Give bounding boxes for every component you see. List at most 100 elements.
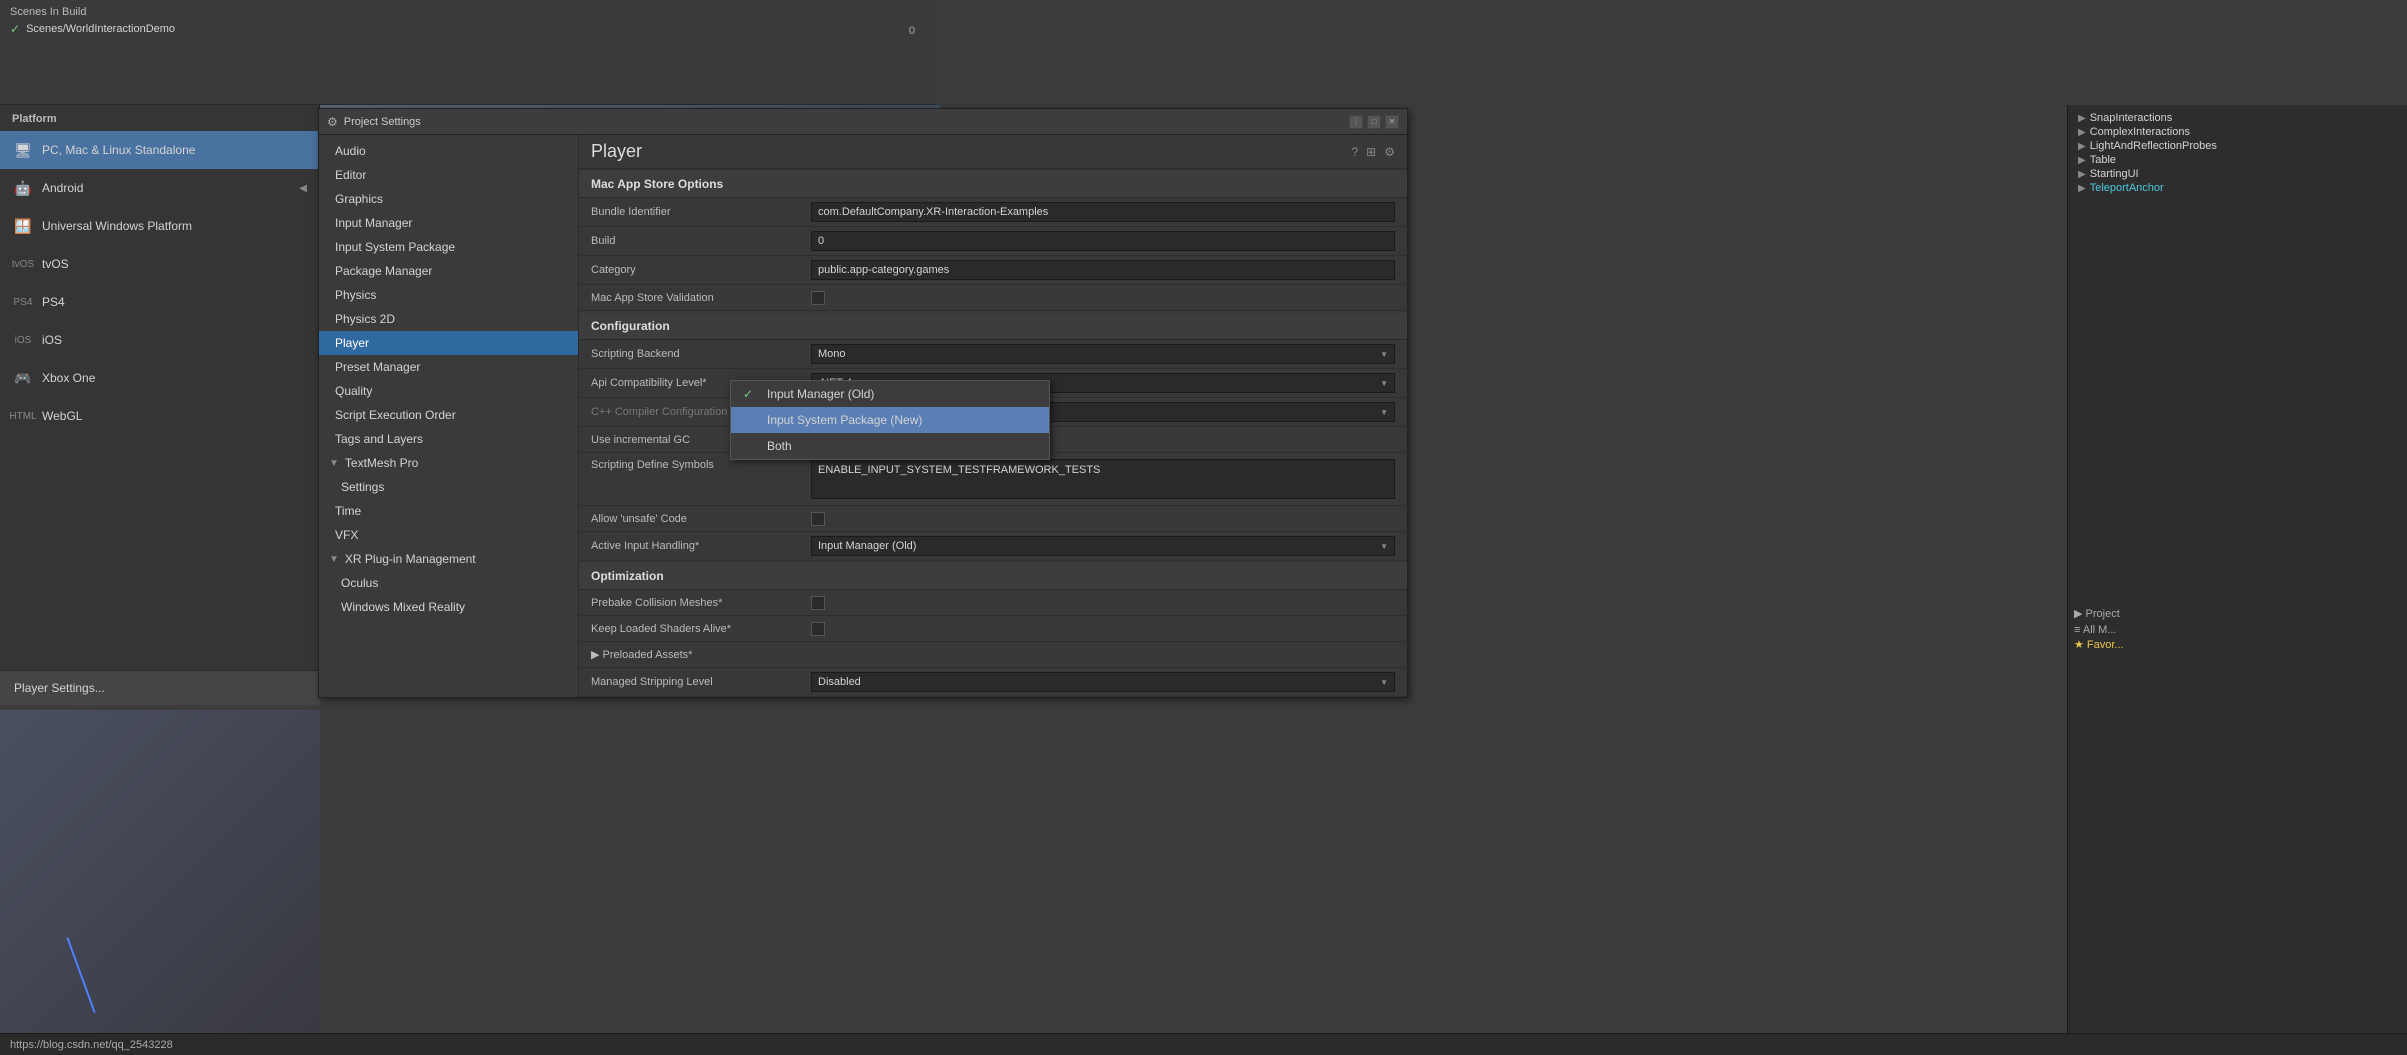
scripting-backend-row: Scripting Backend Mono ▼ — [579, 340, 1407, 369]
pc-label: PC, Mac & Linux Standalone — [42, 143, 195, 157]
nav-textmesh-group[interactable]: ▼ TextMesh Pro — [319, 451, 578, 475]
hierarchy-item-table[interactable]: ▶ Table — [2074, 153, 2401, 167]
nav-physics[interactable]: Physics — [319, 283, 578, 307]
nav-time[interactable]: Time — [319, 499, 578, 523]
active-input-label: Active Input Handling* — [591, 540, 811, 552]
nav-oculus[interactable]: Oculus — [319, 571, 578, 595]
nav-package-manager[interactable]: Package Manager — [319, 259, 578, 283]
scripting-symbols-label: Scripting Define Symbols — [591, 459, 811, 471]
nav-quality[interactable]: Quality — [319, 379, 578, 403]
bundle-id-row: Bundle Identifier com.DefaultCompany.XR-… — [579, 198, 1407, 227]
nav-input-manager[interactable]: Input Manager — [319, 211, 578, 235]
scripting-backend-dropdown[interactable]: Mono ▼ — [811, 344, 1395, 364]
category-row: Category public.app-category.games — [579, 256, 1407, 285]
optimization-section: Optimization — [579, 563, 1407, 590]
option-old-label: Input Manager (Old) — [767, 387, 874, 401]
platform-xbox[interactable]: 🎮 Xbox One — [0, 359, 319, 397]
dropdown-option-new[interactable]: Input System Package (New) — [731, 407, 1049, 433]
player-settings-button[interactable]: Player Settings... — [0, 670, 320, 705]
nav-physics2d[interactable]: Physics 2D — [319, 307, 578, 331]
unsafe-code-checkbox[interactable] — [811, 512, 825, 526]
hierarchy-item-snap[interactable]: ▶ SnapInteractions — [2074, 111, 2401, 125]
platform-tvos[interactable]: tvOS tvOS — [0, 245, 319, 283]
managed-stripping-value: Disabled — [818, 676, 861, 688]
platform-ios[interactable]: iOS iOS — [0, 321, 319, 359]
active-input-row: Active Input Handling* Input Manager (Ol… — [579, 532, 1407, 561]
hierarchy-item-teleport[interactable]: ▶ TeleportAnchor — [2074, 181, 2401, 195]
ps4-label: PS4 — [42, 295, 65, 309]
textmesh-label: TextMesh Pro — [345, 456, 418, 470]
keep-shaders-label: Keep Loaded Shaders Alive* — [591, 623, 811, 635]
mac-validation-checkbox[interactable] — [811, 291, 825, 305]
platform-webgl[interactable]: HTML WebGL — [0, 397, 319, 435]
prebake-checkbox[interactable] — [811, 596, 825, 610]
status-bar: https://blog.csdn.net/qq_2543228 — [0, 1033, 2407, 1055]
platform-pc-mac[interactable]: 🖥 PC, Mac & Linux Standalone — [0, 131, 319, 169]
category-value[interactable]: public.app-category.games — [811, 260, 1395, 280]
settings-icon[interactable]: ⚙ — [1384, 145, 1395, 159]
option-both-label: Both — [767, 439, 792, 453]
prebake-label: Prebake Collision Meshes* — [591, 597, 811, 609]
bundle-id-value[interactable]: com.DefaultCompany.XR-Interaction-Exampl… — [811, 202, 1395, 222]
hierarchy-label: ComplexInteractions — [2090, 126, 2190, 138]
favorites-label: ★ Favor... — [2074, 638, 2401, 651]
managed-stripping-row: Managed Stripping Level Disabled ▼ — [579, 668, 1407, 697]
active-input-dropdown[interactable]: Input Manager (Old) ▼ — [811, 536, 1395, 556]
scene-number: 0 — [909, 25, 915, 37]
nav-script-execution[interactable]: Script Execution Order — [319, 403, 578, 427]
scene-item[interactable]: ✓ Scenes/WorldInteractionDemo 0 — [10, 22, 925, 36]
scripting-symbols-value[interactable]: ENABLE_INPUT_SYSTEM_TESTFRAMEWORK_TESTS — [811, 459, 1395, 499]
ps-header-icons: ? ⊞ ⚙ — [1351, 145, 1395, 159]
viewport-bottom — [0, 710, 320, 1055]
platform-title: Platform — [0, 105, 319, 131]
hierarchy-item-light[interactable]: ▶ LightAndReflectionProbes — [2074, 139, 2401, 153]
keep-shaders-checkbox[interactable] — [811, 622, 825, 636]
nav-input-system[interactable]: Input System Package — [319, 235, 578, 259]
platform-android[interactable]: 🤖 Android ◀ — [0, 169, 319, 207]
pc-icon: 🖥 — [12, 139, 34, 161]
nav-editor[interactable]: Editor — [319, 163, 578, 187]
viewport-line — [66, 937, 95, 1013]
nav-player[interactable]: Player — [319, 331, 578, 355]
scripting-symbols-row: Scripting Define Symbols ENABLE_INPUT_SY… — [579, 453, 1407, 506]
scenes-panel: Scenes In Build ✓ Scenes/WorldInteractio… — [0, 0, 935, 105]
help-icon[interactable]: ? — [1351, 145, 1358, 159]
platform-uwp[interactable]: 🪟 Universal Windows Platform — [0, 207, 319, 245]
dropdown-caret-icon: ▼ — [1380, 350, 1388, 359]
expand-icon: ▼ — [329, 554, 339, 565]
android-icon: 🤖 — [12, 177, 34, 199]
hierarchy-item-startingui[interactable]: ▶ StartingUI — [2074, 167, 2401, 181]
preloaded-assets-label[interactable]: ▶ Preloaded Assets* — [591, 648, 811, 661]
scripting-backend-label: Scripting Backend — [591, 348, 811, 360]
nav-vfx[interactable]: VFX — [319, 523, 578, 547]
dropdown-option-both[interactable]: Both — [731, 433, 1049, 459]
prebake-row: Prebake Collision Meshes* — [579, 590, 1407, 616]
arrow-icon: ▶ — [2078, 113, 2086, 124]
nav-preset-manager[interactable]: Preset Manager — [319, 355, 578, 379]
window-close-button[interactable]: ✕ — [1385, 115, 1399, 129]
dropdown-option-old[interactable]: ✓ Input Manager (Old) — [731, 381, 1049, 407]
configuration-section: Configuration — [579, 313, 1407, 340]
window-maximize-button[interactable]: □ — [1367, 115, 1381, 129]
mac-validation-row: Mac App Store Validation — [579, 285, 1407, 311]
nav-xr-group[interactable]: ▼ XR Plug-in Management — [319, 547, 578, 571]
xr-label: XR Plug-in Management — [345, 552, 476, 566]
ios-icon: iOS — [12, 329, 34, 351]
layout-icon[interactable]: ⊞ — [1366, 145, 1376, 159]
build-value[interactable]: 0 — [811, 231, 1395, 251]
scene-checkbox: ✓ — [10, 22, 20, 36]
hierarchy-item-complex[interactable]: ▶ ComplexInteractions — [2074, 125, 2401, 139]
nav-settings[interactable]: Settings — [319, 475, 578, 499]
category-label: Category — [591, 264, 811, 276]
hierarchy-label: LightAndReflectionProbes — [2090, 140, 2217, 152]
nav-tags-layers[interactable]: Tags and Layers — [319, 427, 578, 451]
platform-ps4[interactable]: PS4 PS4 — [0, 283, 319, 321]
xbox-icon: 🎮 — [12, 367, 34, 389]
tvos-icon: tvOS — [12, 253, 34, 275]
dropdown-caret-icon: ▼ — [1380, 379, 1388, 388]
window-menu-button[interactable]: ⋮ — [1349, 115, 1363, 129]
nav-graphics[interactable]: Graphics — [319, 187, 578, 211]
managed-stripping-dropdown[interactable]: Disabled ▼ — [811, 672, 1395, 692]
nav-audio[interactable]: Audio — [319, 139, 578, 163]
nav-wmr[interactable]: Windows Mixed Reality — [319, 595, 578, 619]
